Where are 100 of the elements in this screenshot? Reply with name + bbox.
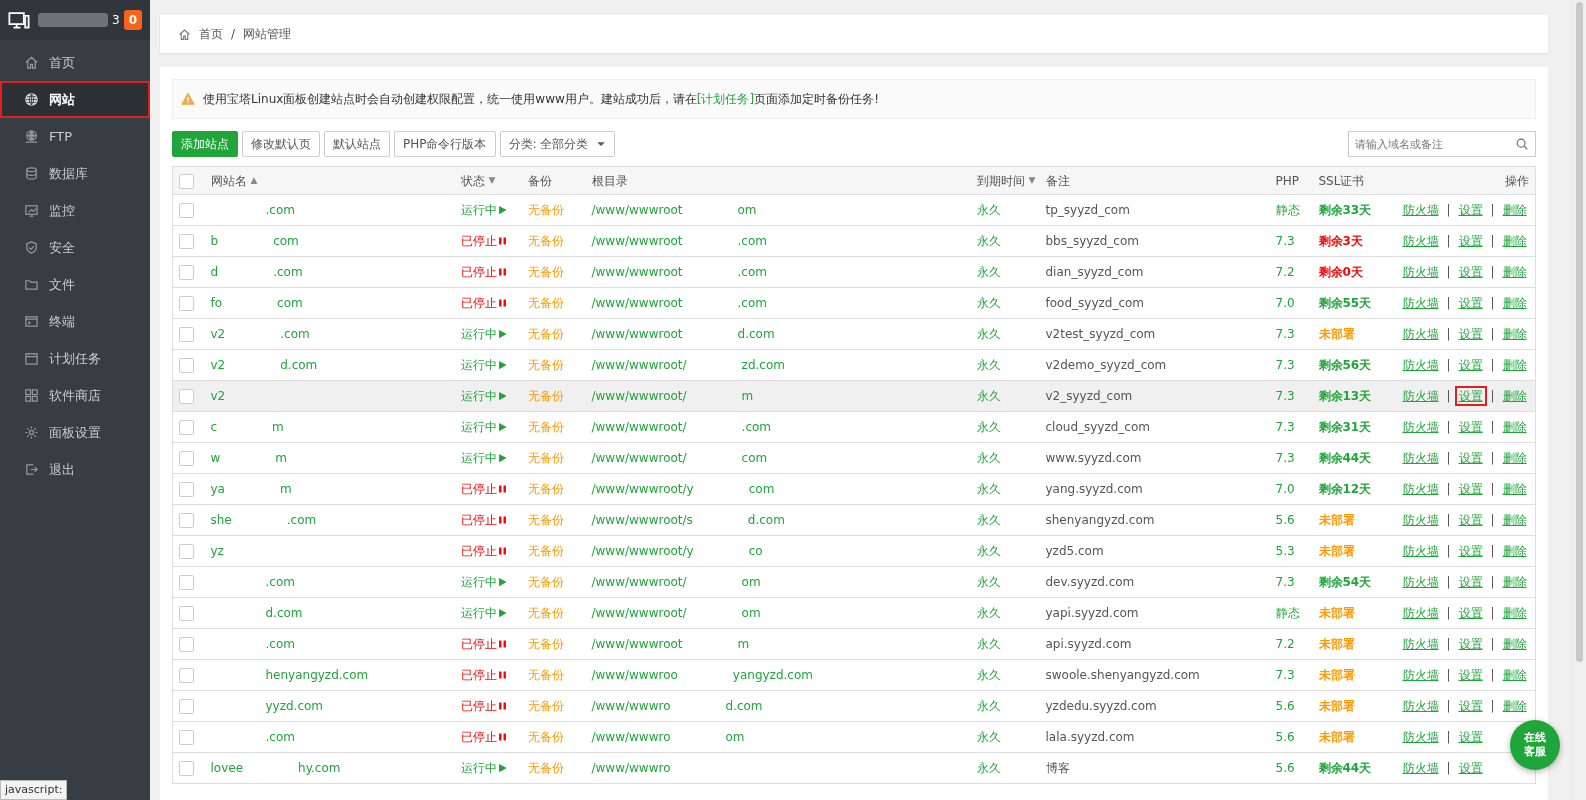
action-link[interactable]: 设置 [1454,448,1487,468]
root-path-link[interactable]: /www/wwwroot/s [591,513,693,527]
column-header[interactable]: 到期时间 [976,171,1025,190]
ssl-status-link[interactable]: 剩余54天 [1318,575,1372,589]
status-toggle[interactable]: 已停止 [460,232,508,250]
action-link[interactable]: 防火墙 [1398,355,1443,375]
checkbox[interactable] [179,730,194,745]
php-version-link[interactable]: 7.3 [1275,234,1295,248]
remark-text[interactable]: bbs_syyzd_com [1045,234,1139,248]
action-link[interactable]: 防火墙 [1398,758,1443,778]
ssl-status-link[interactable]: 未部署 [1318,637,1355,651]
backup-link[interactable]: 无备份 [527,327,564,341]
root-path-link[interactable]: /www/wwwroot/y [591,544,694,558]
php-version-link[interactable]: 7.0 [1275,296,1295,310]
status-toggle[interactable]: 已停止 [460,263,508,281]
action-link[interactable]: 防火墙 [1398,541,1443,561]
site-name[interactable]: d.com [280,358,318,372]
action-link[interactable]: 设置 [1454,758,1487,778]
expiry-link[interactable]: 永久 [976,668,1001,682]
remark-text[interactable]: swoole.shenyangyzd.com [1045,668,1200,682]
remark-text[interactable]: dev.syyzd.com [1045,575,1135,589]
php-version-link[interactable]: 7.2 [1275,637,1295,651]
remark-text[interactable]: api.syyzd.com [1045,637,1132,651]
action-link[interactable]: 防火墙 [1398,231,1443,251]
site-name[interactable]: com [277,296,303,310]
backup-link[interactable]: 无备份 [527,606,564,620]
root-path-link[interactable]: /www/wwwroot [591,296,683,310]
action-link[interactable]: 删除 [1498,417,1531,437]
sidebar-item[interactable]: 面板设置 [0,414,150,451]
remark-text[interactable]: cloud_syyzd_com [1045,420,1150,434]
checkbox[interactable] [179,296,194,311]
scheduled-tasks-link[interactable]: [计划任务] [696,92,755,106]
expiry-link[interactable]: 永久 [976,420,1001,434]
expiry-link[interactable]: 永久 [976,513,1001,527]
action-link[interactable]: 删除 [1498,448,1531,468]
checkbox[interactable] [179,358,194,373]
checkbox[interactable] [179,234,194,249]
expiry-link[interactable]: 永久 [976,234,1001,248]
root-path-link[interactable]: d.com [737,327,775,341]
root-path-link[interactable]: /www/wwwroot/ [591,575,687,589]
remark-text[interactable]: www.syyzd.com [1045,451,1142,465]
root-path-link[interactable]: /www/wwwroot/ [591,451,687,465]
root-path-link[interactable]: /www/wwwroot/ [591,606,687,620]
checkbox[interactable] [179,327,194,342]
remark-text[interactable]: dian_syyzd_com [1045,265,1144,279]
site-name[interactable]: m [272,420,284,434]
action-link[interactable]: 防火墙 [1398,665,1443,685]
site-name[interactable]: d [210,265,219,279]
php-version-link[interactable]: 5.6 [1275,513,1295,527]
checkbox[interactable] [179,637,194,652]
sidebar-item[interactable]: 监控 [0,192,150,229]
status-toggle[interactable]: 已停止 [460,542,508,560]
remark-text[interactable]: v2test_syyzd_com [1045,327,1156,341]
root-path-link[interactable]: om [741,575,761,589]
column-header[interactable]: 网站名 [210,171,247,190]
expiry-link[interactable]: 永久 [976,761,1001,775]
checkbox[interactable] [179,668,194,683]
backup-link[interactable]: 无备份 [527,637,564,651]
php-version-link[interactable]: 7.3 [1275,668,1295,682]
root-path-link[interactable]: /www/wwwro [591,699,671,713]
backup-link[interactable]: 无备份 [527,420,564,434]
action-link[interactable]: 设置 [1454,541,1487,561]
root-path-link[interactable]: com [741,451,768,465]
action-link[interactable]: 防火墙 [1398,386,1443,406]
backup-link[interactable]: 无备份 [527,761,564,775]
toolbar-button[interactable]: 修改默认页 [242,131,320,157]
site-name[interactable]: v2 [210,389,226,403]
action-link[interactable]: 删除 [1498,541,1531,561]
site-name[interactable]: b [210,234,219,248]
remark-text[interactable]: 博客 [1045,761,1070,775]
action-link[interactable]: 防火墙 [1398,603,1443,623]
breadcrumb-link[interactable]: 首页 [199,25,223,43]
action-link[interactable]: 设置 [1454,386,1487,406]
site-name[interactable]: v2 [210,358,226,372]
checkbox[interactable] [179,173,194,189]
php-version-link[interactable]: 5.6 [1275,699,1295,713]
site-name[interactable]: .com [265,203,295,217]
root-path-link[interactable]: d.com [747,513,785,527]
site-name[interactable]: .com [265,575,295,589]
root-path-link[interactable]: om [737,203,757,217]
column-header[interactable]: 根目录 [591,171,628,190]
root-path-link[interactable]: .com [737,234,767,248]
status-toggle[interactable]: 已停止 [460,666,508,684]
site-name[interactable]: fo [210,296,223,310]
root-path-link[interactable]: /www/wwwroot/ [591,389,687,403]
remark-text[interactable]: tp_syyzd_com [1045,203,1130,217]
checkbox[interactable] [179,482,194,497]
root-path-link[interactable]: d.com [725,699,763,713]
checkbox[interactable] [179,420,194,435]
status-toggle[interactable]: 已停止 [460,635,508,653]
checkbox[interactable] [179,699,194,714]
ssl-status-link[interactable]: 剩余0天 [1318,265,1363,279]
action-link[interactable]: 设置 [1454,727,1487,747]
site-name[interactable]: .com [265,730,295,744]
expiry-link[interactable]: 永久 [976,296,1001,310]
root-path-link[interactable]: .com [737,265,767,279]
backup-link[interactable]: 无备份 [527,544,564,558]
action-link[interactable]: 防火墙 [1398,572,1443,592]
status-toggle[interactable]: 运行中 [460,201,508,219]
sort-icon[interactable]: ▲ [250,173,258,188]
